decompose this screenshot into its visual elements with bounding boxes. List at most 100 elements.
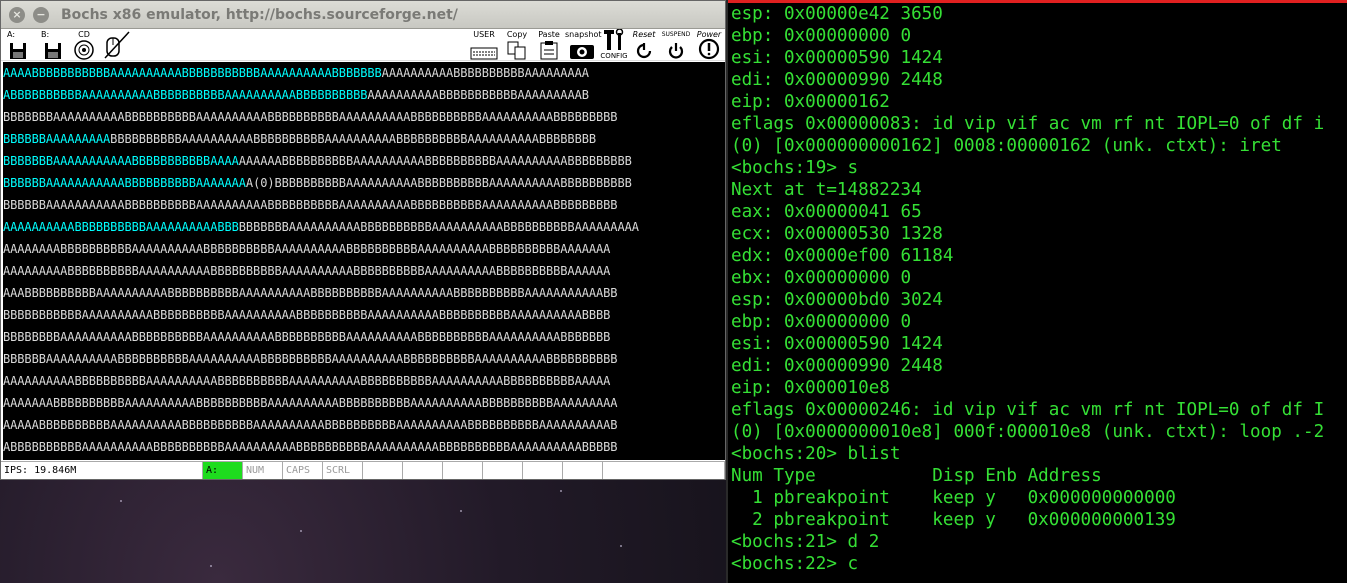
status-slot [523, 462, 563, 479]
camera-icon [570, 45, 594, 59]
screen-text: AAAAAAAAABBBBBBBBBBAAAAAAAAAABBBBBBBBBBA… [3, 264, 611, 278]
floppy-led: A: [203, 462, 243, 479]
star [560, 490, 562, 492]
terminal-line: esp: 0x00000bd0 3024 [731, 290, 943, 310]
ips-readout: IPS: 19.846M [1, 462, 203, 479]
reset-button[interactable]: Reset [629, 30, 659, 60]
mouse-capture-button[interactable] [101, 30, 131, 60]
paste-label: Paste [538, 30, 560, 39]
terminal-line: edi: 0x00000990 2448 [731, 356, 943, 376]
floppy-b-label: B: [41, 30, 50, 39]
status-slot [563, 462, 603, 479]
config-icon [604, 29, 624, 50]
cdrom-button[interactable]: CD [71, 30, 97, 60]
status-slot [483, 462, 523, 479]
status-bar: IPS: 19.846M A: NUM CAPS SCRL [1, 461, 725, 479]
status-slot [403, 462, 443, 479]
close-icon: × [12, 8, 22, 21]
screen-text: BBBBBBBBBBAAAAAAAAAABBBBBBBBBBAAAAAAAAAA… [110, 132, 597, 146]
terminal-line: esp: 0x00000e42 3650 [731, 4, 943, 24]
screen-line: AAAABBBBBBBBBBBAAAAAAAAAABBBBBBBBBBBAAAA… [3, 62, 725, 84]
floppy-b-button[interactable]: B: [41, 30, 65, 60]
screen-line: BBBBBBBAAAAAAAAAAABBBBBBBBBBBAAAAAAAAAAB… [3, 150, 725, 172]
minimize-window-button[interactable]: − [33, 6, 49, 23]
terminal-line: <bochs:21> d 2 [731, 532, 880, 552]
keyboard-icon [470, 47, 498, 60]
terminal-line: eflags 0x00000083: id vip vif ac vm rf n… [731, 114, 1325, 134]
screen-text: BBBBBBBAAAAAAAAAABBBBBBBBBBAAAAAAAAAABBB… [3, 110, 618, 124]
paste-icon [540, 41, 558, 60]
terminal-line: Next at t=14882234 [731, 180, 922, 200]
close-window-button[interactable]: × [9, 6, 25, 23]
terminal-line: (0) [0x0000000010e8] 000f:000010e8 (unk.… [731, 422, 1325, 442]
scroll-lock-indicator: SCRL [323, 462, 363, 479]
terminal-line: edx: 0x0000ef00 61184 [731, 246, 954, 266]
floppy-a-label: A: [7, 30, 16, 39]
screen-text: AAAAAAABBBBBBBBBBAAAAAAAAAABBBBBBBBBBAAA… [3, 396, 618, 410]
terminal-line: eflags 0x00000246: id vip vif ac vm rf n… [731, 400, 1325, 420]
terminal-line: <bochs:22> c [731, 554, 859, 574]
terminal-line: <bochs:20> blist [731, 444, 901, 464]
screen-line: AAAAAAABBBBBBBBBBAAAAAAAAAABBBBBBBBBBAAA… [3, 392, 725, 414]
suspend-button[interactable]: SUSPEND [659, 30, 693, 60]
suspend-label: SUSPEND [661, 31, 691, 38]
power-icon [698, 38, 720, 60]
screen-text: AAAAABBBBBBBBBBAAAAAAAAAABBBBBBBBBBAAAAA… [3, 418, 618, 432]
screen-line: BBBBBBBAAAAAAAAAABBBBBBBBBBAAAAAAAAAABBB… [3, 106, 725, 128]
star [210, 565, 212, 567]
screen-text: AAAAAABBBBBBBBBBAAAAAAAAAABBBBBBBBBBAAAA… [238, 154, 632, 168]
user-button[interactable]: USER [469, 30, 499, 60]
screen-highlight-text: BBBBBBBAAAAAAAAAAABBBBBBBBBBBAAAA [3, 154, 239, 168]
screen-text: BBBBBBBBBBBAAAAAAAAAABBBBBBBBBBAAAAAAAAA… [3, 308, 611, 322]
minimize-icon: − [36, 8, 46, 21]
screen-text: AAAAAAAAAABBBBBBBBBBAAAAAAAAAABBBBBBBBBB… [3, 374, 611, 388]
terminal-line: edi: 0x00000990 2448 [731, 70, 943, 90]
power-button[interactable]: Power [693, 30, 725, 60]
screen-text: ABBBBBBBBBBAAAAAAAAAABBBBBBBBBBAAAAAAAAA… [3, 440, 618, 454]
mouse-icon [104, 31, 130, 59]
terminal-line: Num Type Disp Enb Address [731, 466, 1102, 486]
screen-text: BBBBBBBBAAAAAAAAAABBBBBBBBBBAAAAAAAAAABB… [3, 330, 611, 344]
copy-icon [507, 41, 526, 60]
screen-text: AAAAAAAAAABBBBBBBBBBAAAAAAAAA [381, 66, 589, 80]
terminal-line: <bochs:19> s [731, 158, 859, 178]
screen-line: BBBBBBAAAAAAAAAABBBBBBBBBBAAAAAAAAAABBBB… [3, 348, 725, 370]
screen-line: BBBBBBAAAAAAAAAAABBBBBBBBBBAAAAAAAA(0)BB… [3, 172, 725, 194]
screen-line: BBBBBBBBAAAAAAAAAABBBBBBBBBBAAAAAAAAAABB… [3, 326, 725, 348]
terminal-line: ebp: 0x00000000 0 [731, 312, 912, 332]
screen-line: AAABBBBBBBBBBAAAAAAAAAABBBBBBBBBBAAAAAAA… [3, 282, 725, 304]
screen-text: BBBBBBAAAAAAAAAAABBBBBBBBBBAAAAAAAAAABBB… [3, 198, 618, 212]
terminal-line: 1 pbreakpoint keep y 0x000000000000 [731, 488, 1176, 508]
terminal-line: ebp: 0x00000000 0 [731, 26, 912, 46]
terminal-line: esi: 0x00000590 1424 [731, 334, 943, 354]
status-slot [363, 462, 403, 479]
copy-button[interactable]: Copy [503, 30, 531, 60]
terminal-line: (0) [0x000000000162] 0008:00000162 (unk.… [731, 136, 1282, 156]
cdrom-icon [74, 40, 94, 60]
floppy-icon [45, 43, 61, 59]
emulator-screen[interactable]: AAAABBBBBBBBBBBAAAAAAAAAABBBBBBBBBBBAAAA… [3, 62, 725, 460]
star [120, 500, 122, 502]
debugger-terminal[interactable]: esp: 0x00000e42 3650 ebp: 0x00000000 0 esi… [728, 0, 1347, 583]
screen-highlight-text: BBBBBBAAAAAAAAAAABBBBBBBBBBAAAAAAA [3, 176, 246, 190]
user-label: USER [473, 30, 495, 39]
paste-button[interactable]: Paste [535, 30, 563, 60]
reset-label: Reset [632, 30, 656, 39]
screen-line: AAAAABBBBBBBBBBAAAAAAAAAABBBBBBBBBBAAAAA… [3, 414, 725, 436]
star [460, 510, 462, 512]
screen-highlight-text: AAAAAAAAAABBBBBBBBBBAAAAAAAAAABBB [3, 220, 239, 234]
status-slot [603, 462, 725, 479]
screen-line: BBBBBBAAAAAAAAAAABBBBBBBBBBAAAAAAAAAABBB… [3, 194, 725, 216]
caps-lock-indicator: CAPS [283, 462, 323, 479]
terminal-line: eip: 0x000010e8 [731, 378, 890, 398]
terminal-line: eip: 0x00000162 [731, 92, 890, 112]
screen-highlight-text: AAAABBBBBBBBBBBAAAAAAAAAABBBBBBBBBBBAAAA… [3, 66, 382, 80]
screen-text: A(0)BBBBBBBBBBAAAAAAAAAABBBBBBBBBBAAAAAA… [245, 176, 632, 190]
snapshot-button[interactable]: snapshot [565, 30, 602, 60]
suspend-icon [668, 43, 684, 59]
terminal-line: eax: 0x00000041 65 [731, 202, 922, 222]
window-titlebar[interactable]: × − Bochs x86 emulator, http://bochs.sou… [1, 1, 725, 29]
floppy-icon [10, 43, 26, 59]
floppy-a-button[interactable]: A: [7, 30, 29, 60]
config-button[interactable]: CONFIG [599, 29, 629, 60]
